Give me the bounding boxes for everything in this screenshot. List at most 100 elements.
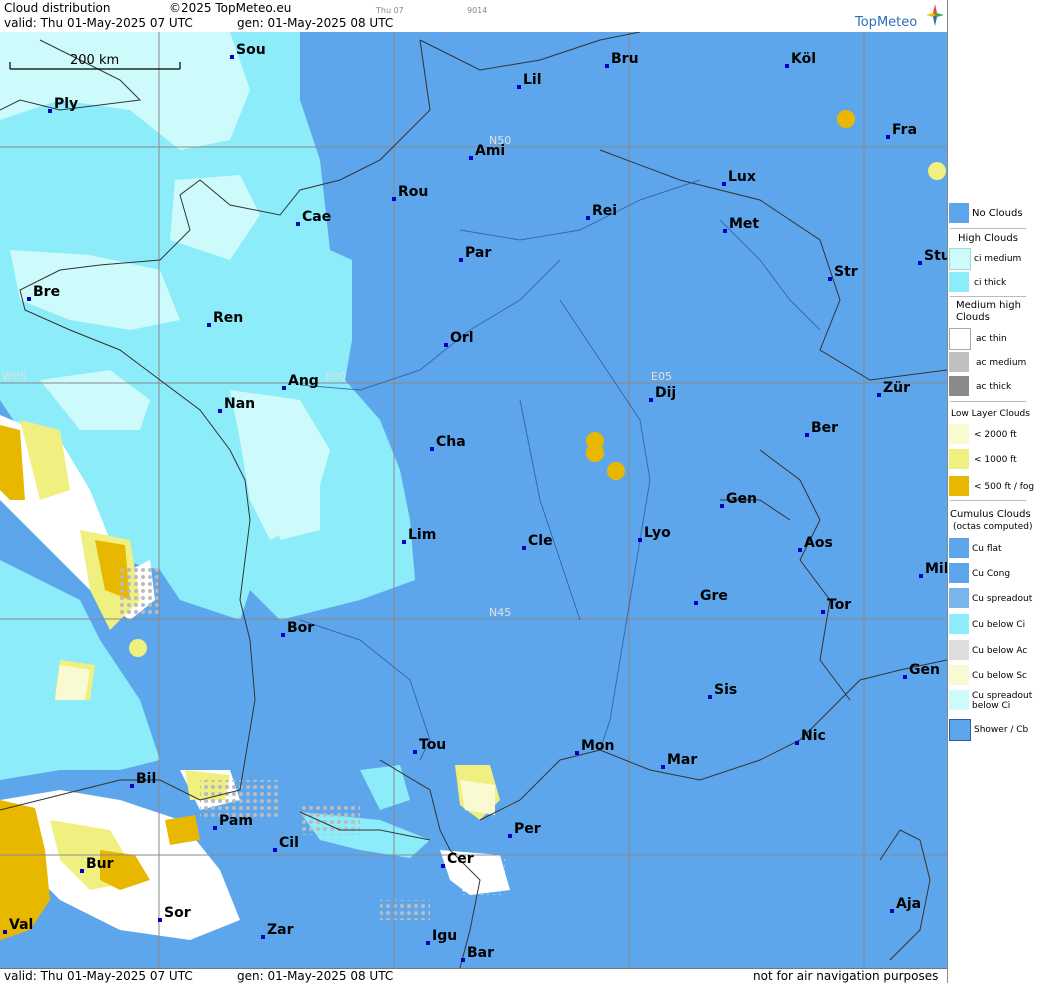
city-label: Lux	[728, 169, 756, 185]
city-marker-icon	[828, 277, 832, 281]
city-label: Igu	[432, 928, 457, 944]
city-label: Per	[514, 821, 541, 837]
compass-logo-icon	[926, 4, 944, 26]
header-run-code: 9014	[467, 6, 488, 15]
city-label: Bil	[136, 771, 156, 787]
legend-swatch-ac-thick	[949, 376, 969, 396]
legend-low-1000: < 1000 ft	[974, 455, 1017, 465]
city-marker-icon	[207, 323, 211, 327]
map-footer: valid: Thu 01-May-2025 07 UTC gen: 01-Ma…	[0, 968, 947, 984]
city-label: Cer	[447, 851, 474, 867]
legend-swatch-ac-thin	[949, 328, 971, 350]
generated-time: gen: 01-May-2025 08 UTC	[237, 16, 394, 30]
legend-swatch-cu-spread-ci	[949, 690, 969, 710]
city-label: Sis	[714, 682, 737, 698]
city-marker-icon	[649, 398, 653, 402]
legend-no-clouds: No Clouds	[972, 208, 1023, 219]
city-label: Aja	[896, 896, 921, 912]
city-marker-icon	[785, 64, 789, 68]
city-label: Mon	[581, 738, 615, 754]
legend-ac-thick: ac thick	[976, 382, 1012, 392]
valid-time: valid: Thu 01-May-2025 07 UTC	[4, 16, 193, 30]
city-label: Cle	[528, 533, 553, 549]
city-marker-icon	[230, 55, 234, 59]
city-label: Cha	[436, 434, 466, 450]
city-label: Zür	[883, 380, 910, 396]
city-label: Köl	[791, 51, 816, 67]
topmeteo-logo[interactable]: TopMeteo	[855, 16, 917, 30]
legend-cu-below-sc: Cu below Sc	[972, 671, 1027, 681]
city-label: Sou	[236, 42, 266, 58]
city-marker-icon	[459, 258, 463, 262]
city-marker-icon	[508, 834, 512, 838]
city-marker-icon	[903, 675, 907, 679]
city-marker-icon	[392, 197, 396, 201]
city-label: Cae	[302, 209, 331, 225]
city-marker-icon	[708, 695, 712, 699]
legend-cu-below-ac: Cu below Ac	[972, 646, 1028, 656]
city-label: Sor	[164, 905, 191, 921]
city-marker-icon	[273, 848, 277, 852]
city-label: Bru	[611, 51, 639, 67]
city-marker-icon	[461, 958, 465, 962]
city-marker-icon	[3, 930, 7, 934]
footer-generated-time: gen: 01-May-2025 08 UTC	[237, 969, 394, 983]
city-label: Lyo	[644, 525, 671, 541]
city-marker-icon	[402, 540, 406, 544]
city-marker-icon	[919, 574, 923, 578]
legend-cu-spreadout: Cu spreadout	[972, 594, 1033, 604]
legend-swatch-low-1000	[949, 449, 969, 469]
city-marker-icon	[441, 864, 445, 868]
city-marker-icon	[694, 601, 698, 605]
city-marker-icon	[890, 909, 894, 913]
city-label: Str	[834, 264, 858, 280]
legend-shower: Shower / Cb	[974, 725, 1029, 735]
city-label: Gen	[726, 491, 757, 507]
legend-cu-below-ci: Cu below Ci	[972, 620, 1026, 630]
city-label: Nic	[801, 728, 826, 744]
city-label: Bur	[86, 856, 114, 872]
legend-cu-flat: Cu flat	[972, 544, 1002, 554]
city-marker-icon	[821, 610, 825, 614]
legend-ci-medium: ci medium	[974, 254, 1022, 264]
city-marker-icon	[430, 447, 434, 451]
cloud-map[interactable]: 200 km W05 E00 E05 N50 N45 Sou Bru Köl Lil P…	[0, 32, 947, 968]
city-marker-icon	[517, 85, 521, 89]
city-marker-icon	[522, 546, 526, 550]
city-label: Mar	[667, 752, 697, 768]
city-label: Tor	[827, 597, 851, 613]
legend-ac-thin: ac thin	[976, 334, 1007, 344]
city-marker-icon	[281, 633, 285, 637]
city-label: Orl	[450, 330, 474, 346]
city-label: Fra	[892, 122, 917, 138]
city-marker-icon	[469, 156, 473, 160]
legend-swatch-ac-medium	[949, 352, 969, 372]
legend-ac-medium: ac medium	[976, 358, 1027, 368]
city-marker-icon	[723, 229, 727, 233]
legend-swatch-cu-below-ci	[949, 614, 969, 634]
city-marker-icon	[661, 765, 665, 769]
city-marker-icon	[877, 393, 881, 397]
city-marker-icon	[261, 935, 265, 939]
grid-label-n45: N45	[489, 606, 511, 619]
city-marker-icon	[586, 216, 590, 220]
city-label: Bor	[287, 620, 314, 636]
footer-valid-time: valid: Thu 01-May-2025 07 UTC	[4, 969, 193, 983]
legend-swatch-ci-thick	[949, 272, 969, 292]
city-label: Rei	[592, 203, 617, 219]
city-marker-icon	[605, 64, 609, 68]
city-label: Val	[9, 917, 33, 933]
legend-cu-title: Cumulus Clouds	[950, 509, 1031, 520]
grid-label-e05: E05	[651, 370, 672, 383]
legend-low-500: < 500 ft / fog	[974, 482, 1035, 492]
legend-low-title: Low Layer Clouds	[951, 409, 1030, 419]
city-marker-icon	[638, 538, 642, 542]
city-marker-icon	[722, 182, 726, 186]
city-label: Rou	[398, 184, 428, 200]
city-label: Nan	[224, 396, 255, 412]
city-marker-icon	[426, 941, 430, 945]
legend-swatch-cu-below-ac	[949, 640, 969, 660]
legend-swatch-cu-below-sc	[949, 665, 969, 685]
city-marker-icon	[27, 297, 31, 301]
city-label: Bar	[467, 945, 494, 961]
